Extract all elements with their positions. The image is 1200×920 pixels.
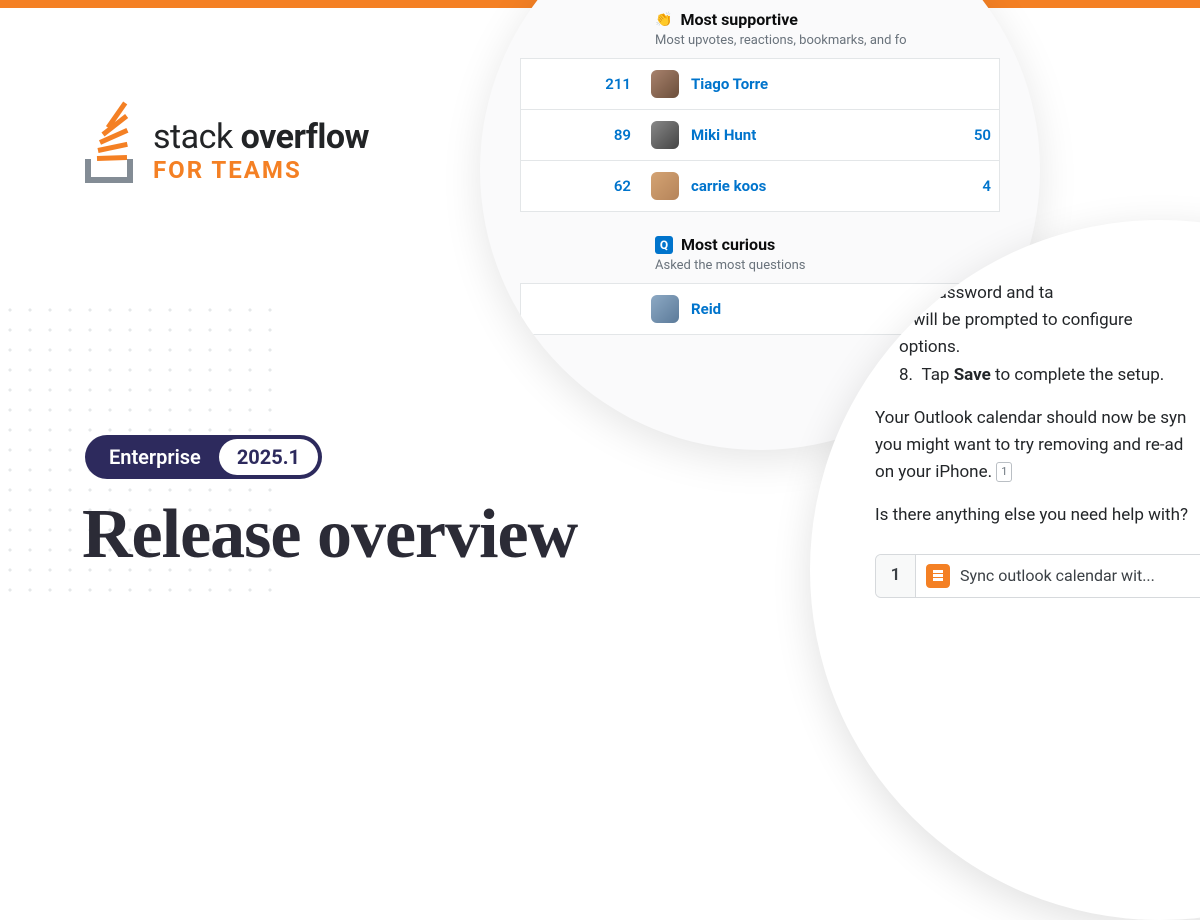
most-supportive-header: 👏 Most supportive xyxy=(655,10,1000,29)
avatar xyxy=(651,121,679,149)
citation-number: 1 xyxy=(876,555,916,597)
citation-reference-row[interactable]: 1 Sync outlook calendar wit... xyxy=(875,554,1200,598)
clap-icon: 👏 xyxy=(655,12,672,28)
page-title: Release overview xyxy=(82,495,577,575)
citation-pill[interactable]: 1 xyxy=(996,462,1012,482)
question-icon: Q xyxy=(655,236,673,254)
avatar xyxy=(651,172,679,200)
user-link[interactable]: Miki Hunt xyxy=(691,126,974,144)
avatar xyxy=(651,70,679,98)
most-curious-subtitle: Asked the most questions xyxy=(655,258,1000,273)
user-link[interactable]: Tiago Torre xyxy=(691,75,991,93)
badge-label: Enterprise xyxy=(89,445,219,469)
badge-version: 2025.1 xyxy=(219,439,318,475)
leaderboard-row[interactable]: 62 carrie koos 4 xyxy=(520,160,1000,212)
user-link[interactable]: carrie koos xyxy=(691,177,982,195)
logo-subline: FOR TEAMS xyxy=(153,156,369,184)
stackoverflow-teams-logo: stack overflow FOR TEAMS xyxy=(85,120,369,184)
stackoverflow-icon xyxy=(85,121,141,183)
logo-wordmark: stack overflow xyxy=(153,120,369,154)
answer-text: our password and ta u will be prompted t… xyxy=(875,280,1200,598)
stackoverflow-icon xyxy=(926,564,950,588)
version-badge: Enterprise 2025.1 xyxy=(85,435,322,479)
leaderboard-row[interactable]: 211 Tiago Torre xyxy=(520,58,1000,110)
most-curious-header: Q Most curious xyxy=(655,235,1000,254)
citation-title: Sync outlook calendar wit... xyxy=(960,563,1155,589)
avatar xyxy=(651,295,679,323)
leaderboard-row[interactable]: 89 Miki Hunt 50 xyxy=(520,109,1000,161)
most-supportive-subtitle: Most upvotes, reactions, bookmarks, and … xyxy=(655,33,1000,48)
